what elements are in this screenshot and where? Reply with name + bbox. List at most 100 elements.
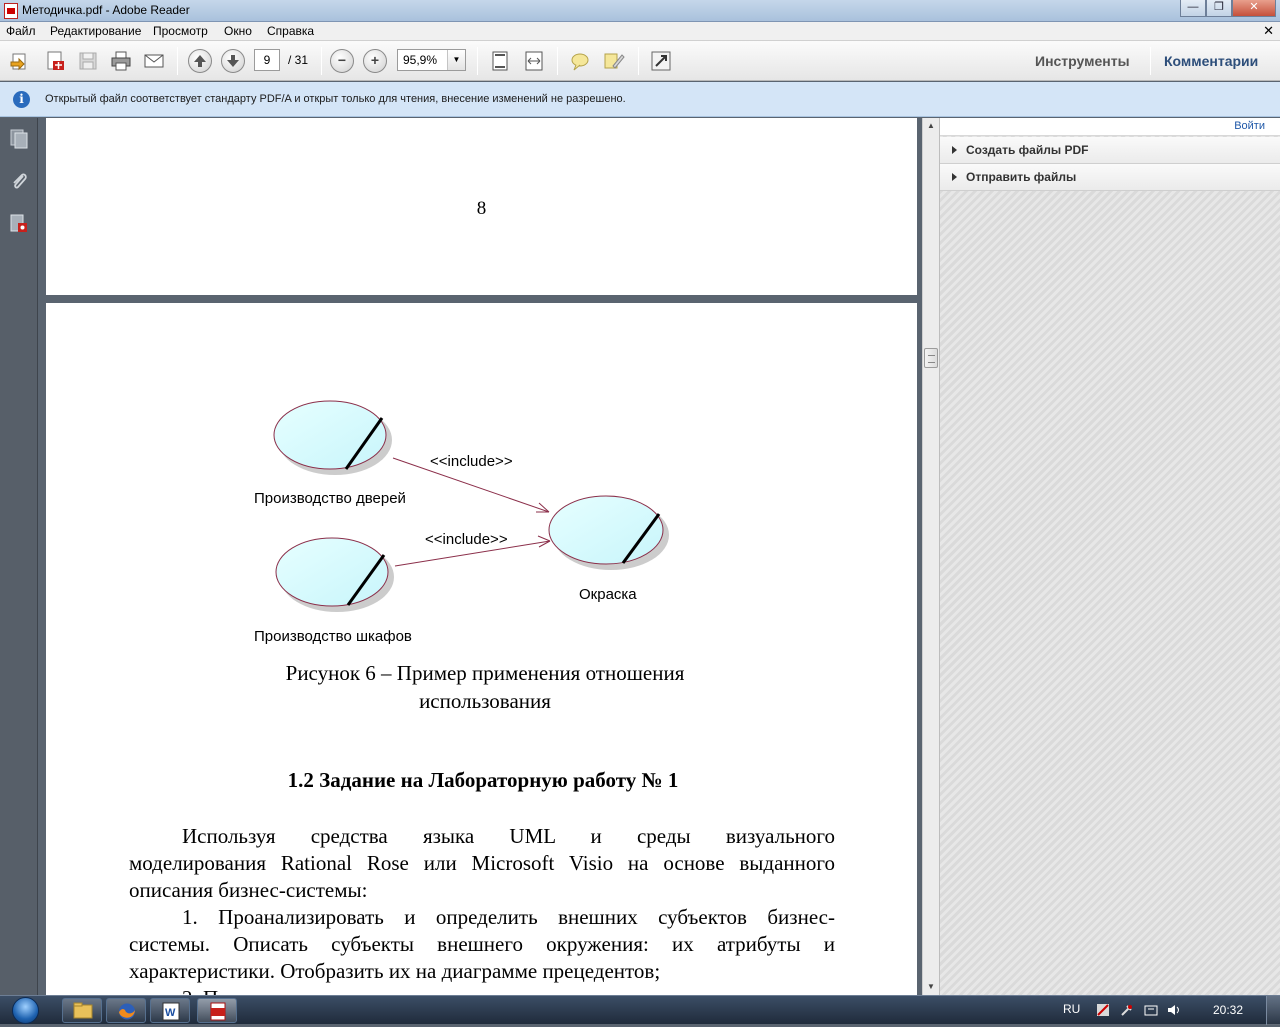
include-label: <<include>> — [425, 531, 508, 548]
page-number: 8 — [476, 198, 487, 219]
toolbar-separator — [321, 47, 322, 75]
tools-tab[interactable]: Инструменты — [1035, 53, 1130, 69]
use-case-label: Производство шкафов — [254, 628, 412, 645]
section-send-files[interactable]: Отправить файлы — [940, 164, 1280, 191]
minimize-button[interactable]: — — [1180, 0, 1206, 17]
taskbar: W RU 20:32 — [0, 995, 1280, 1025]
section-label: Отправить файлы — [966, 170, 1077, 184]
volume-icon[interactable] — [1167, 1003, 1181, 1017]
windows-logo-icon — [12, 997, 39, 1024]
section-label: Создать файлы PDF — [966, 143, 1089, 157]
paragraph-line: Используя средства языка UML и среды виз… — [182, 824, 835, 848]
menu-file[interactable]: Файл — [6, 24, 36, 38]
language-indicator[interactable]: RU — [1063, 1002, 1080, 1016]
info-icon: i — [13, 91, 30, 108]
paragraph-line: 2. П — [129, 985, 835, 995]
scroll-up-icon[interactable]: ▲ — [923, 118, 939, 134]
previous-page-button[interactable] — [188, 49, 212, 73]
save-icon[interactable] — [77, 50, 99, 72]
paragraph-line: системы. Описать субъекты внешнего окруж… — [129, 932, 835, 956]
toolbar-separator — [638, 47, 639, 75]
title-bar: Методичка.pdf - Adobe Reader — ❐ ✕ — [0, 0, 1280, 22]
toolbar-separator — [477, 47, 478, 75]
pdfa-info-bar: i Открытый файл соответствует стандарту … — [0, 82, 1280, 117]
page-number-input[interactable]: 9 — [254, 49, 280, 71]
close-document-icon[interactable]: ✕ — [1263, 23, 1274, 39]
toolbar-separator — [1150, 47, 1151, 75]
svg-text:W: W — [165, 1007, 176, 1019]
section-create-pdf[interactable]: Создать файлы PDF — [940, 137, 1280, 164]
comment-icon[interactable] — [569, 50, 591, 72]
pdf-page-9: <<include>> <<include>> Производство две… — [46, 303, 917, 995]
signin-row: Войти — [940, 118, 1280, 136]
arrow-down-icon — [227, 55, 239, 67]
zoom-in-button[interactable]: + — [363, 49, 387, 73]
zoom-value: 95,9% — [403, 53, 438, 67]
toolbar-separator — [557, 47, 558, 75]
full-screen-icon[interactable] — [650, 50, 672, 72]
menu-bar: Файл Редактирование Просмотр Окно Справк… — [0, 22, 1280, 41]
menu-view[interactable]: Просмотр — [153, 24, 208, 38]
document-view[interactable]: 8 <<include>> <<include>> Производство д… — [38, 118, 922, 995]
highlight-icon[interactable] — [603, 50, 625, 72]
menu-help[interactable]: Справка — [267, 24, 314, 38]
scroll-down-icon[interactable]: ▼ — [923, 979, 939, 995]
menu-edit[interactable]: Редактирование — [50, 24, 141, 38]
open-icon[interactable] — [10, 50, 32, 72]
signin-link[interactable]: Войти — [1234, 120, 1265, 132]
print-icon[interactable] — [110, 50, 132, 72]
comments-tab[interactable]: Комментарии — [1164, 53, 1258, 69]
show-desktop-button[interactable] — [1266, 996, 1280, 1025]
adobe-pdf-icon — [210, 1002, 226, 1021]
taskbar-adobe-reader[interactable] — [197, 998, 237, 1023]
expand-triangle-icon — [952, 173, 957, 181]
zoom-select[interactable]: 95,9% ▼ — [397, 49, 466, 71]
vertical-scrollbar[interactable]: ▲ ▼ — [922, 118, 939, 995]
taskbar-word[interactable]: W — [150, 998, 190, 1023]
page-thumbnails-icon[interactable] — [9, 128, 29, 150]
fit-page-icon[interactable] — [489, 50, 511, 72]
action-center-icon[interactable] — [1144, 1003, 1158, 1017]
use-case-diagram — [273, 400, 669, 612]
scroll-thumb[interactable] — [924, 348, 938, 368]
signatures-icon[interactable] — [9, 213, 29, 235]
taskbar-firefox[interactable] — [106, 998, 146, 1023]
close-button[interactable]: ✕ — [1232, 0, 1276, 17]
arrow-up-icon — [194, 55, 206, 67]
use-case-ellipse — [273, 400, 392, 475]
adobe-pdf-icon — [4, 3, 18, 19]
maximize-button[interactable]: ❐ — [1206, 0, 1232, 17]
next-page-button[interactable] — [221, 49, 245, 73]
chevron-down-icon[interactable]: ▼ — [447, 50, 465, 70]
navigation-pane — [0, 118, 38, 995]
window-title: Методичка.pdf - Adobe Reader — [22, 3, 190, 17]
paragraph-line: описания бизнес-системы: — [129, 878, 368, 902]
paragraph-line: 1. Проанализировать и определить внешних… — [182, 905, 835, 929]
start-button[interactable] — [6, 996, 46, 1024]
include-label: <<include>> — [430, 453, 513, 470]
info-message: Открытый файл соответствует стандарту PD… — [45, 93, 626, 105]
zoom-out-button[interactable]: − — [330, 49, 354, 73]
fit-width-icon[interactable] — [523, 50, 545, 72]
use-case-ellipse — [275, 537, 394, 612]
toolbar-separator — [177, 47, 178, 75]
window-controls: — ❐ ✕ — [1180, 0, 1276, 18]
clock[interactable]: 20:32 — [1213, 1003, 1243, 1017]
paragraph-line: характеристики. Отобразить их на диаграм… — [129, 959, 661, 983]
figure-caption: использования — [419, 689, 551, 713]
word-icon: W — [162, 1002, 180, 1021]
use-case-label: Производство дверей — [254, 490, 406, 507]
email-icon[interactable] — [143, 50, 165, 72]
expand-triangle-icon — [952, 146, 957, 154]
menu-window[interactable]: Окно — [224, 24, 252, 38]
taskbar-explorer[interactable] — [62, 998, 102, 1023]
figure-caption: Рисунок 6 – Пример применения отношения — [285, 661, 685, 685]
network-warning-icon[interactable] — [1096, 1003, 1110, 1017]
attachments-icon[interactable] — [9, 170, 29, 192]
total-pages: / 31 — [288, 53, 309, 67]
create-pdf-icon[interactable] — [44, 50, 66, 72]
paragraph-line: моделирования Rational Rose или Microsof… — [129, 851, 835, 875]
tools-tray-icon[interactable] — [1120, 1003, 1134, 1017]
use-case-label: Окраска — [579, 586, 637, 603]
tools-panel: Войти Создать файлы PDF Отправить файлы — [939, 118, 1280, 995]
